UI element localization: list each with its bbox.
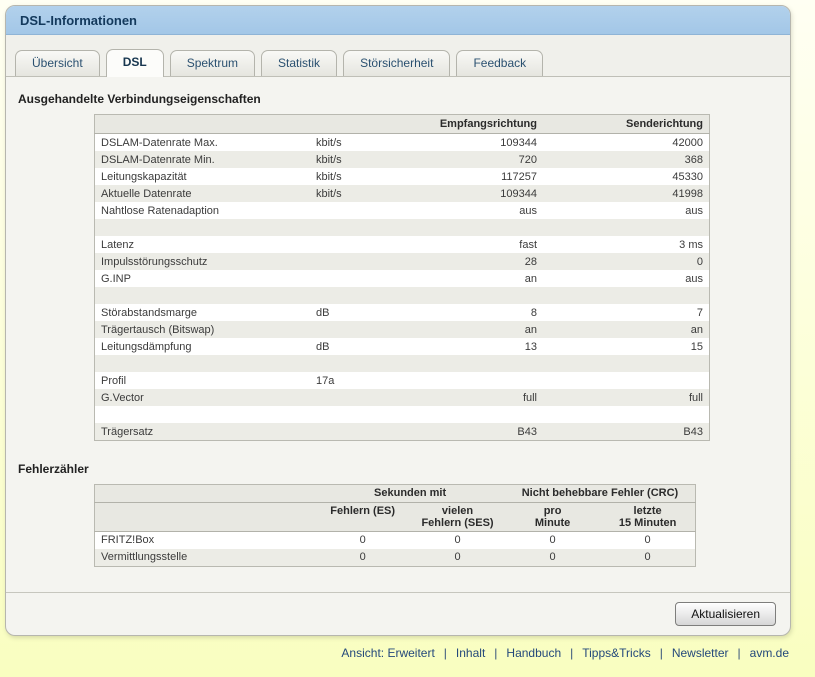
header-label	[95, 115, 311, 134]
connection-properties-table: Empfangsrichtung Senderichtung DSLAM-Dat…	[94, 114, 710, 441]
header-per-minute: pro Minute	[534, 505, 571, 529]
tab-stoersicherheit[interactable]: Störsicherheit	[343, 50, 451, 76]
table-spacer-row	[95, 406, 710, 423]
footer-link-handbuch[interactable]: Handbuch	[506, 646, 561, 660]
table-row: Störabstandsmarge dB 8 7	[101, 306, 703, 319]
button-bar: Aktualisieren	[6, 592, 790, 635]
tab-statistik[interactable]: Statistik	[261, 50, 338, 76]
section-title-error-counters: Fehlerzähler	[18, 462, 89, 476]
group-header-seconds: Sekunden mit	[374, 487, 447, 499]
header-downstream: Empfangsrichtung	[439, 118, 537, 130]
footer-link-inhalt[interactable]: Inhalt	[456, 646, 485, 660]
footer-link-newsletter[interactable]: Newsletter	[672, 646, 729, 660]
group-header-crc: Nicht behebbare Fehler (CRC)	[521, 487, 679, 499]
tab-strip: Übersicht DSL Spektrum Statistik Störsic…	[6, 35, 790, 77]
table-row: FRITZ!Box 0 0 0 0	[101, 534, 651, 546]
error-counter-table: Sekunden mit Nicht behebbare Fehler (CRC…	[94, 484, 696, 567]
table-row: Impulsstörungsschutz 28 0	[94, 253, 710, 270]
table-row: G.INP an aus	[101, 272, 703, 285]
header-es: Fehlern (ES)	[330, 505, 396, 517]
tab-spektrum[interactable]: Spektrum	[169, 50, 256, 76]
header-unit	[310, 115, 405, 134]
header-ses: vielen Fehlern (SES)	[421, 505, 494, 529]
table-row: Nahtlose Ratenadaption aus aus	[101, 204, 703, 217]
table-row: DSLAM-Datenrate Min. kbit/s 720 368	[94, 151, 710, 168]
table-header-row: Empfangsrichtung Senderichtung	[94, 115, 710, 134]
footer-link-avm-de[interactable]: avm.de	[750, 646, 789, 660]
table-row: Leitungsdämpfung dB 13 15	[101, 340, 703, 353]
tab-feedback[interactable]: Feedback	[456, 50, 544, 76]
tab-content: Ausgehandelte Verbindungseigenschaften E…	[6, 77, 790, 567]
table-row: G.Vector full full	[94, 389, 710, 406]
header-last-15-min: letzte 15 Minuten	[618, 505, 677, 529]
table-row: Trägersatz B43 B43	[94, 423, 710, 441]
table-spacer-row	[94, 355, 710, 372]
table-row: Trägertausch (Bitswap) an an	[94, 321, 710, 338]
footer-separator: |	[494, 646, 498, 660]
footer-separator: |	[659, 646, 663, 660]
section-title-connection-properties: Ausgehandelte Verbindungseigenschaften	[18, 92, 261, 106]
table-row: Latenz fast 3 ms	[101, 238, 703, 251]
refresh-button[interactable]: Aktualisieren	[675, 602, 776, 626]
table-row: DSLAM-Datenrate Max. kbit/s 109344 42000	[101, 136, 703, 149]
footer-link-tipps-tricks[interactable]: Tipps&Tricks	[582, 646, 650, 660]
footer-separator: |	[570, 646, 574, 660]
table-header-row: Fehlern (ES) vielen Fehlern (SES) pro Mi…	[94, 503, 696, 532]
tab-uebersicht[interactable]: Übersicht	[15, 50, 100, 76]
footer-link-view-mode[interactable]: Ansicht: Erweitert	[341, 646, 434, 660]
footer-separator: |	[737, 646, 741, 660]
dsl-info-panel: DSL-Informationen Übersicht DSL Spektrum…	[5, 5, 791, 636]
table-spacer-row	[94, 219, 710, 236]
footer-links: Ansicht: Erweitert | Inhalt | Handbuch | Tipps…	[0, 646, 789, 660]
page-title: DSL-Informationen	[20, 12, 137, 28]
table-row: Vermittlungsstelle 0 0 0 0	[94, 549, 696, 567]
tab-dsl[interactable]: DSL	[105, 49, 164, 77]
table-spacer-row	[94, 287, 710, 304]
table-row: Leitungskapazität kbit/s 117257 45330	[101, 170, 703, 183]
header-upstream: Senderichtung	[625, 118, 703, 130]
table-row: Profil 17a	[101, 374, 335, 387]
footer-separator: |	[443, 646, 447, 660]
window-titlebar: DSL-Informationen	[6, 6, 790, 35]
table-group-header-row: Sekunden mit Nicht behebbare Fehler (CRC…	[94, 485, 696, 503]
table-row: Aktuelle Datenrate kbit/s 109344 41998	[94, 185, 710, 202]
